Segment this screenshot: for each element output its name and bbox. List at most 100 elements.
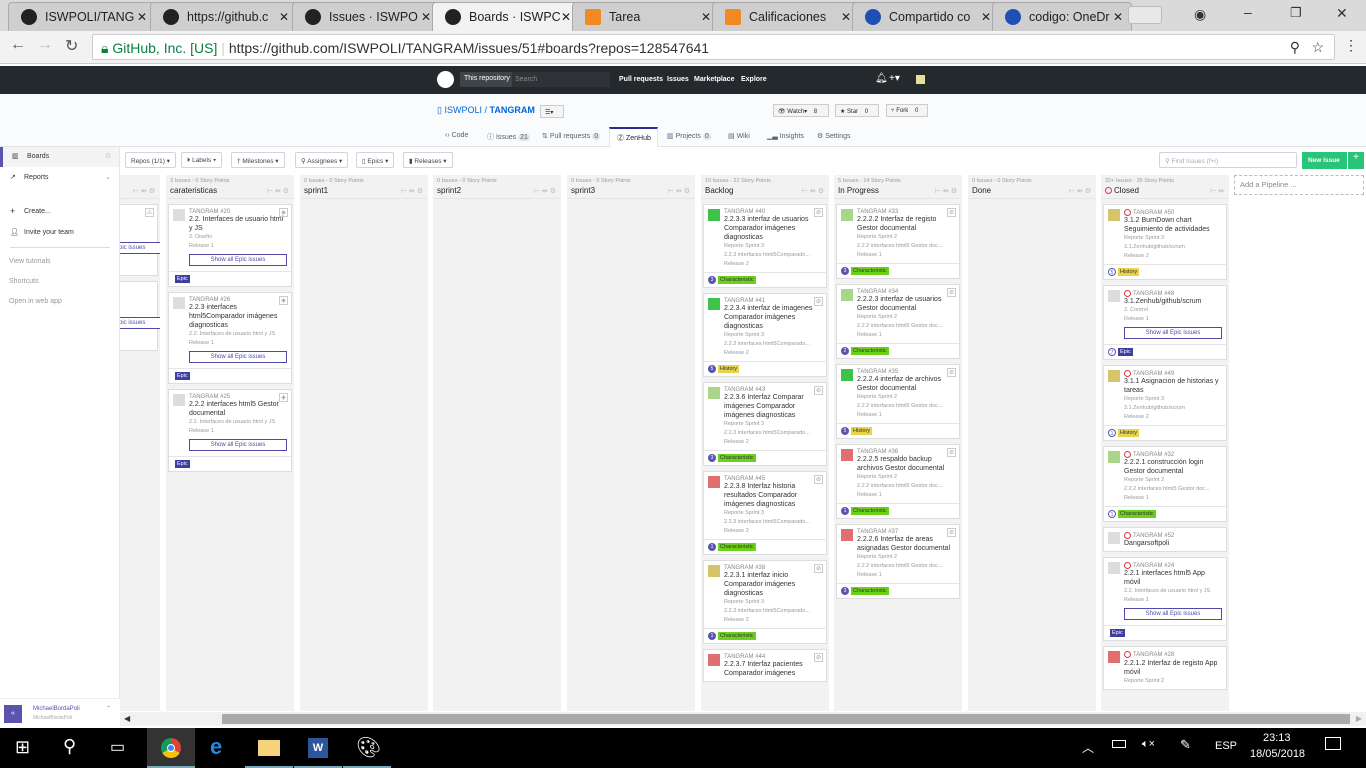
repos-filter[interactable]: Repos (1/1) ▾ <box>125 152 177 168</box>
nav-marketplace[interactable]: Marketplace <box>694 76 734 83</box>
zoom-icon[interactable]: ⚲ <box>1290 39 1300 56</box>
pipeline-controls-icon[interactable]: ⊢ ⇹ ⚙ <box>668 187 690 195</box>
label-epic[interactable]: Epic <box>175 372 190 380</box>
issue-card[interactable]: TANGRAM #43 2.2.3.6 Interfaz Comparar imá… <box>703 382 827 466</box>
issue-card[interactable]: TANGRAM #33 2.2.2.2 Interfaz de registo G… <box>836 204 960 279</box>
new-issue-button[interactable]: New Issue <box>1302 152 1347 169</box>
issue-title[interactable]: 2.2.2.5 respaldo backup archivos Gestor … <box>857 455 955 473</box>
issue-number[interactable]: TANGRAM #28 <box>1124 651 1222 659</box>
action-center-icon[interactable] <box>1325 737 1341 750</box>
issue-card[interactable]: ⚠ Show all Epic issues <box>120 204 160 276</box>
no-entry-icon[interactable]: ⊘ <box>814 208 823 217</box>
issue-card[interactable]: TANGRAM #24 2.2.1 interfaces html5 App mó… <box>1103 557 1227 642</box>
browser-tab[interactable]: Calificaciones ✕ <box>712 2 860 31</box>
tab-wiki[interactable]: ▤ Wiki <box>728 132 750 140</box>
labels-filter[interactable]: ⏵ Labels ▾ <box>181 152 223 168</box>
create-button[interactable]: + Create... <box>0 202 119 222</box>
label-characteristic[interactable]: Characteristic <box>718 632 756 640</box>
label-characteristic[interactable]: Characteristic <box>718 454 756 462</box>
add-pipeline-button[interactable]: Add a Pipeline ... <box>1234 175 1364 195</box>
close-tab-icon[interactable]: ✕ <box>981 10 991 24</box>
issue-title[interactable]: 2.2.3 interfaces html5Comparador imágene… <box>189 303 287 330</box>
pipeline-header[interactable]: 0 Issues - 0 Story Points sprint3 ⊢ ⇹ ⚙ <box>567 175 695 199</box>
horizontal-scrollbar[interactable]: ◀ ▶ <box>120 712 1366 726</box>
open-web-app-link[interactable]: Open in web app <box>9 298 62 305</box>
epic-icon[interactable]: ◈ <box>279 208 288 217</box>
close-tab-icon[interactable]: ✕ <box>561 10 571 24</box>
issue-title[interactable]: 2.2.3.8 Interfaz historia resultados Com… <box>724 482 822 509</box>
no-entry-icon[interactable]: ⊘ <box>814 653 823 662</box>
view-tutorials-link[interactable]: View tutorials <box>9 258 51 265</box>
no-entry-icon[interactable]: ⊘ <box>947 208 956 217</box>
epics-filter[interactable]: ▯ Epics ▾ <box>356 152 395 168</box>
close-tab-icon[interactable]: ✕ <box>1113 10 1123 24</box>
no-entry-icon[interactable]: ⊘ <box>947 528 956 537</box>
chevron-up-icon[interactable]: ⌃ <box>106 705 111 712</box>
user-avatar[interactable] <box>916 75 925 84</box>
pipeline-controls-icon[interactable]: ⊢ ⇹ <box>1210 187 1224 195</box>
close-tab-icon[interactable]: ✕ <box>841 10 851 24</box>
search-button[interactable]: ⚲ <box>48 728 96 768</box>
issue-card[interactable]: TANGRAM #26 2.2.3 interfaces html5Compara… <box>168 292 292 384</box>
close-tab-icon[interactable]: ✕ <box>279 10 289 24</box>
url-input[interactable]: 🔒︎ GitHub, Inc. [US] | https://github.co… <box>92 34 1335 60</box>
scrollbar-thumb[interactable] <box>222 714 1350 724</box>
show-epic-issues-button[interactable]: Show all Epic issues <box>120 317 160 329</box>
show-epic-issues-button[interactable]: Show all Epic issues <box>189 254 287 266</box>
notification-bell-icon[interactable]: 🔔︎ <box>875 73 888 84</box>
word-taskbar-icon[interactable]: W <box>294 728 342 768</box>
nav-explore[interactable]: Explore <box>741 76 767 83</box>
label-characteristic[interactable]: Characteristic <box>851 507 889 515</box>
pipeline-controls-icon[interactable]: ⊢ ⇹ ⚙ <box>802 187 824 195</box>
issue-title[interactable]: 2.2.2.3 interfaz de usuarios Gestor docu… <box>857 295 955 313</box>
browser-tab[interactable]: ISWPOLI/TANG ✕ <box>8 2 156 31</box>
fork-button[interactable]: ⑂ Fork 0 <box>886 104 928 117</box>
label-characteristic[interactable]: Characteristic <box>718 543 756 551</box>
issue-title[interactable]: 2.2.3.7 Interfaz pacientes Comparador im… <box>724 660 822 678</box>
clock-date[interactable]: 18/05/2018 <box>1250 748 1305 760</box>
pipeline-controls-icon[interactable]: ⊢ ⇹ ⚙ <box>534 187 556 195</box>
tab-settings[interactable]: ⚙ Settings <box>817 132 851 140</box>
zenhub-menu-button[interactable]: ☰▾ <box>540 105 564 118</box>
user-footer[interactable]: « MichaelBordaPoli MichaelBordaPoli ⌃ <box>0 698 120 726</box>
new-issue-plus-button[interactable]: + <box>1348 152 1364 169</box>
tab-insights[interactable]: ▁▃ Insights <box>767 132 804 140</box>
label-epic[interactable]: Epic <box>1110 629 1125 638</box>
browser-tab[interactable]: Compartido co ✕ <box>852 2 1000 31</box>
browser-tab[interactable]: codigo: OneDr ✕ <box>992 2 1132 31</box>
no-entry-icon[interactable]: ⊘ <box>814 475 823 484</box>
issue-title[interactable]: 3.1.Zenhub/github/scrum <box>1124 297 1222 306</box>
edge-taskbar-icon[interactable]: e <box>196 728 244 768</box>
pipeline-header[interactable]: 5 Issues - 14 Story Points In Progress ⊢ ⇹… <box>834 175 962 199</box>
github-logo-icon[interactable] <box>437 71 454 88</box>
issue-title[interactable]: 2.2.2.2 Interfaz de registo Gestor docum… <box>857 215 955 233</box>
label-characteristic[interactable]: Characteristic <box>851 347 889 355</box>
issue-title[interactable]: 2.2.2.1 construcción login Gestor docume… <box>1124 458 1222 476</box>
search-input[interactable]: Search <box>512 72 610 87</box>
issue-card[interactable]: TANGRAM #49 3.1.1 Asignacion de historias… <box>1103 365 1227 442</box>
label-epic[interactable]: Epic <box>175 275 190 283</box>
issue-card[interactable]: TANGRAM #41 2.2.3.4 interfaz de imagenes … <box>703 293 827 377</box>
issue-title[interactable]: 2.2.3.3 interfaz de usuarios Comparador … <box>724 215 822 242</box>
label-epic[interactable]: Epic <box>1118 348 1133 357</box>
close-tab-icon[interactable]: ✕ <box>701 10 711 24</box>
pipeline-controls-icon[interactable]: ⊢ ⇹ ⚙ <box>935 187 957 195</box>
nav-issues[interactable]: Issues <box>667 76 689 83</box>
issue-card[interactable]: TANGRAM #44 2.2.3.7 Interfaz pacientes Co… <box>703 649 827 682</box>
issue-number[interactable]: TANGRAM #50 <box>1124 209 1222 216</box>
label-history[interactable]: History <box>1118 268 1140 277</box>
epic-icon[interactable]: ◈ <box>279 393 288 402</box>
collapse-sidebar-button[interactable]: « <box>4 705 22 723</box>
language-indicator[interactable]: ESP <box>1215 740 1237 752</box>
show-epic-issues-button[interactable]: Show all Epic issues <box>1124 608 1222 621</box>
battery-icon[interactable] <box>1112 740 1126 748</box>
volume-muted-icon[interactable]: 🔈︎× <box>1142 738 1155 751</box>
scroll-right-icon[interactable]: ▶ <box>1356 714 1362 723</box>
show-epic-issues-button[interactable]: Show all Epic issues <box>120 242 160 254</box>
assignees-filter[interactable]: ⚲ Assignees ▾ <box>295 152 349 168</box>
issue-card[interactable]: TANGRAM #28 2.2.1.2 Interfaz de registo A… <box>1103 646 1227 690</box>
issue-card[interactable]: TANGRAM #45 2.2.3.8 Interfaz historia res… <box>703 471 827 555</box>
label-characteristic[interactable]: Characteristic <box>718 276 756 284</box>
nav-pull-requests[interactable]: Pull requests <box>619 76 663 83</box>
issue-title[interactable]: 2.2.3.1 interfaz inicio Comparador imáge… <box>724 571 822 598</box>
